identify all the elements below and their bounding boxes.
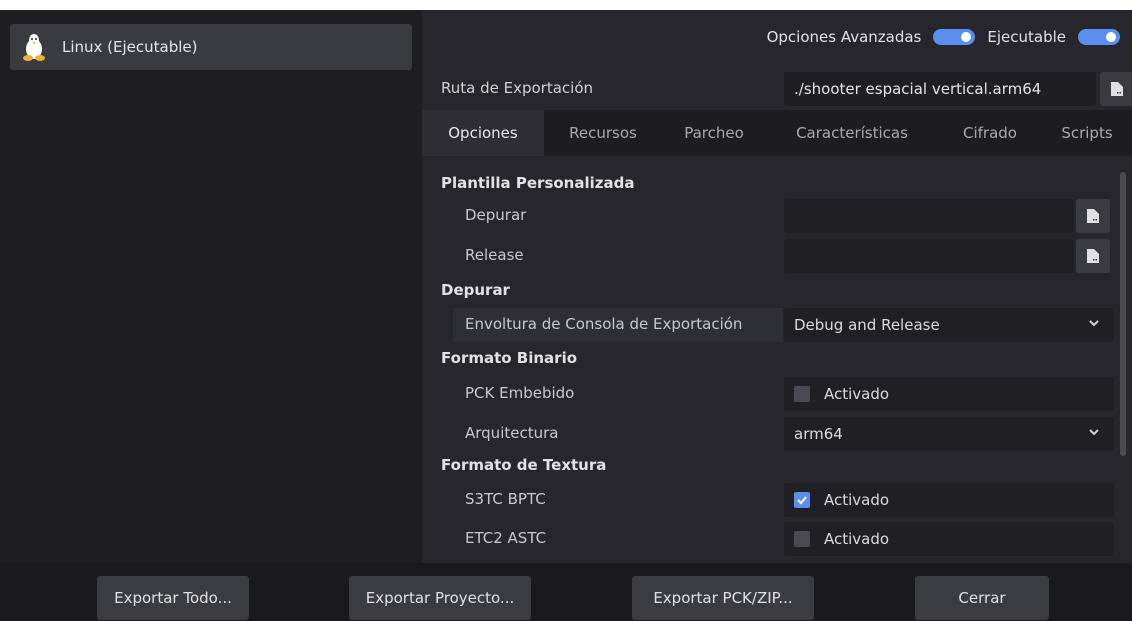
export-path-input[interactable]: ./shooter espacial vertical.arm64 [784, 72, 1096, 106]
dialog-button-bar: Exportar Todo... Exportar Proyecto... Ex… [0, 563, 1132, 621]
embed-pck-field[interactable]: Activado [784, 377, 1114, 411]
etc2-astc-value: Activado [824, 530, 890, 548]
s3tc-bptc-field[interactable]: Activado [784, 483, 1114, 517]
s3tc-bptc-checkbox[interactable] [794, 492, 810, 508]
file-icon [1087, 249, 1099, 263]
custom-template-release-input[interactable] [784, 239, 1074, 273]
console-wrapper-select[interactable]: Debug and Release [784, 308, 1114, 342]
chevron-down-icon [1089, 320, 1099, 327]
tab-recursos[interactable]: Recursos [544, 110, 662, 156]
etc2-astc-checkbox[interactable] [794, 531, 810, 547]
options-inspector: Plantilla Personalizada Depurar Release … [422, 156, 1132, 563]
custom-template-debug-browse-button[interactable] [1076, 199, 1110, 233]
advanced-options-toggle-group: Opciones Avanzadas [767, 28, 976, 46]
s3tc-bptc-label: S3TC BPTC [465, 490, 546, 508]
export-path-browse-button[interactable] [1100, 72, 1132, 106]
tab-cifrado[interactable]: Cifrado [938, 110, 1042, 156]
custom-template-release-label: Release [465, 246, 524, 264]
custom-template-debug-input[interactable] [784, 199, 1074, 233]
tux-icon [23, 34, 45, 61]
close-button[interactable]: Cerrar [915, 576, 1049, 620]
export-path-row: Ruta de Exportación ./shooter espacial v… [422, 68, 1132, 108]
options-tabbar: Opciones Recursos Parcheo Característica… [422, 110, 1132, 156]
tab-scripts[interactable]: Scripts [1042, 110, 1132, 156]
preset-options-panel: Opciones Avanzadas Ejecutable Ruta de Ex… [422, 10, 1132, 563]
etc2-astc-field[interactable]: Activado [784, 522, 1114, 556]
console-wrapper-label: Envoltura de Consola de Exportación [465, 315, 743, 333]
preset-item-label: Linux (Ejecutable) [62, 38, 198, 56]
checkmark-icon [797, 496, 807, 505]
s3tc-bptc-value: Activado [824, 491, 890, 509]
export-all-button[interactable]: Exportar Todo... [97, 576, 249, 620]
architecture-value: arm64 [794, 425, 843, 443]
section-debug: Depurar [441, 281, 510, 299]
advanced-options-label: Opciones Avanzadas [766, 28, 922, 46]
console-wrapper-value: Debug and Release [794, 316, 940, 334]
header-toggles: Opciones Avanzadas Ejecutable [767, 28, 1132, 46]
embed-pck-label: PCK Embebido [465, 384, 575, 402]
tab-caracteristicas[interactable]: Características [766, 110, 938, 156]
advanced-options-switch[interactable] [933, 29, 976, 45]
file-icon [1087, 209, 1099, 223]
export-pck-zip-button[interactable]: Exportar PCK/ZIP... [632, 576, 814, 620]
tab-parcheo[interactable]: Parcheo [662, 110, 766, 156]
export-project-button[interactable]: Exportar Proyecto... [349, 576, 531, 620]
architecture-label: Arquitectura [465, 424, 559, 442]
embed-pck-value: Activado [824, 385, 890, 403]
options-scrollbar[interactable] [1120, 172, 1126, 456]
window-top-edge [0, 0, 1132, 10]
runnable-toggle-group: Ejecutable [987, 28, 1120, 46]
custom-template-debug-label: Depurar [465, 206, 527, 224]
runnable-label: Ejecutable [987, 28, 1066, 46]
presets-panel: Linux (Ejecutable) [0, 10, 422, 563]
embed-pck-checkbox[interactable] [794, 386, 810, 402]
section-custom-template: Plantilla Personalizada [441, 174, 635, 192]
runnable-switch[interactable] [1078, 29, 1120, 45]
etc2-astc-label: ETC2 ASTC [465, 529, 547, 547]
file-icon [1111, 82, 1123, 96]
preset-item-linux[interactable]: Linux (Ejecutable) [10, 24, 412, 70]
tab-opciones[interactable]: Opciones [422, 110, 544, 156]
custom-template-release-browse-button[interactable] [1076, 239, 1110, 273]
chevron-down-icon [1089, 429, 1099, 436]
export-path-label: Ruta de Exportación [441, 79, 594, 97]
architecture-select[interactable]: arm64 [784, 417, 1114, 451]
section-texture-format: Formato de Textura [441, 456, 607, 474]
section-binary-format: Formato Binario [441, 349, 578, 367]
